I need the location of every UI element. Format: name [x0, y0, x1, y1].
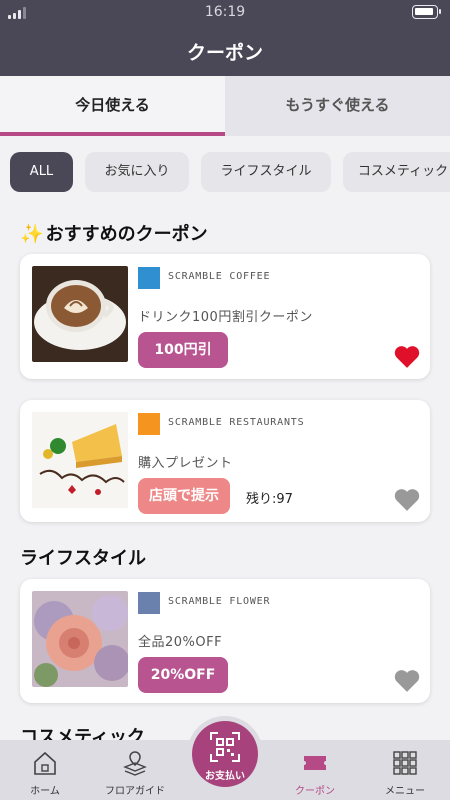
heart-icon[interactable] — [394, 488, 420, 512]
show-at-store-button[interactable]: 店頭で提示 — [138, 478, 230, 514]
coffee-latte-image — [32, 266, 128, 362]
nav-menu-label: メニュー — [385, 786, 425, 797]
nav-coupon[interactable]: クーポン — [270, 740, 360, 800]
active-tab-indicator — [0, 132, 225, 136]
floor-guide-icon — [123, 751, 147, 776]
filter-cosmetic[interactable]: コスメティック — [343, 152, 450, 192]
tab-today[interactable]: 今日使える — [0, 76, 225, 136]
shop-logo — [138, 413, 160, 435]
status-time: 16:19 — [204, 4, 246, 20]
section-title-text: おすすめのクーポン — [45, 224, 208, 245]
tab-upcoming[interactable]: もうすぐ使える — [225, 76, 450, 136]
menu-grid-icon — [393, 751, 417, 775]
page-title: クーポン — [186, 42, 263, 64]
nav-coupon-label: クーポン — [295, 786, 335, 797]
coupon-icon — [304, 756, 326, 770]
tab-bar: 今日使える もうすぐ使える — [0, 76, 450, 136]
coupon-description: ドリンク100円割引クーポン — [138, 310, 313, 325]
shop-name: SCRAMBLE RESTAURANTS — [168, 417, 305, 428]
filter-lifestyle[interactable]: ライフスタイル — [201, 152, 331, 192]
payment-button[interactable]: お支払い — [187, 716, 263, 792]
shop-logo — [138, 592, 160, 614]
coupon-card[interactable]: SCRAMBLE FLOWER 全品20%OFF 20%OFF — [20, 579, 430, 703]
sparkle-icon: ✨ — [20, 223, 44, 245]
section-title-lifestyle: ライフスタイル — [20, 548, 146, 569]
shop-logo — [138, 267, 160, 289]
heart-icon[interactable] — [394, 345, 420, 369]
status-bar: 16:19 — [0, 0, 450, 26]
coupon-description: 購入プレゼント — [138, 456, 233, 471]
filter-all[interactable]: ALL — [10, 152, 73, 192]
shop-name: SCRAMBLE FLOWER — [168, 596, 271, 607]
nav-home[interactable]: ホーム — [0, 740, 90, 800]
heart-icon[interactable] — [394, 669, 420, 693]
shop-name: SCRAMBLE COFFEE — [168, 271, 271, 282]
coupon-card[interactable]: SCRAMBLE RESTAURANTS 購入プレゼント 店頭で提示 残り:97 — [20, 400, 430, 522]
battery-icon — [412, 5, 441, 19]
section-title-recommended: ✨ おすすめのクーポン — [20, 220, 208, 246]
filter-chips: ALL お気に入り ライフスタイル コスメティック — [0, 152, 450, 194]
coupon-value-badge[interactable]: 100円引 — [138, 332, 228, 368]
nav-floor-guide-label: フロアガイド — [105, 786, 165, 797]
birthday-cake-image — [32, 412, 128, 508]
coupon-value-badge[interactable]: 20%OFF — [138, 657, 228, 693]
coupon-description: 全品20%OFF — [138, 635, 223, 650]
coupon-card[interactable]: SCRAMBLE COFFEE ドリンク100円割引クーポン 100円引 — [20, 254, 430, 379]
flower-bouquet-image — [32, 591, 128, 687]
nav-home-label: ホーム — [30, 786, 60, 797]
remaining-count: 残り:97 — [246, 492, 293, 507]
nav-menu[interactable]: メニュー — [360, 740, 450, 800]
filter-favorites[interactable]: お気に入り — [85, 152, 189, 192]
nav-floor-guide[interactable]: フロアガイド — [90, 740, 180, 800]
qr-code-icon — [210, 732, 240, 762]
home-icon — [34, 751, 56, 775]
payment-label: お支払い — [205, 771, 245, 782]
header: クーポン — [0, 26, 450, 76]
